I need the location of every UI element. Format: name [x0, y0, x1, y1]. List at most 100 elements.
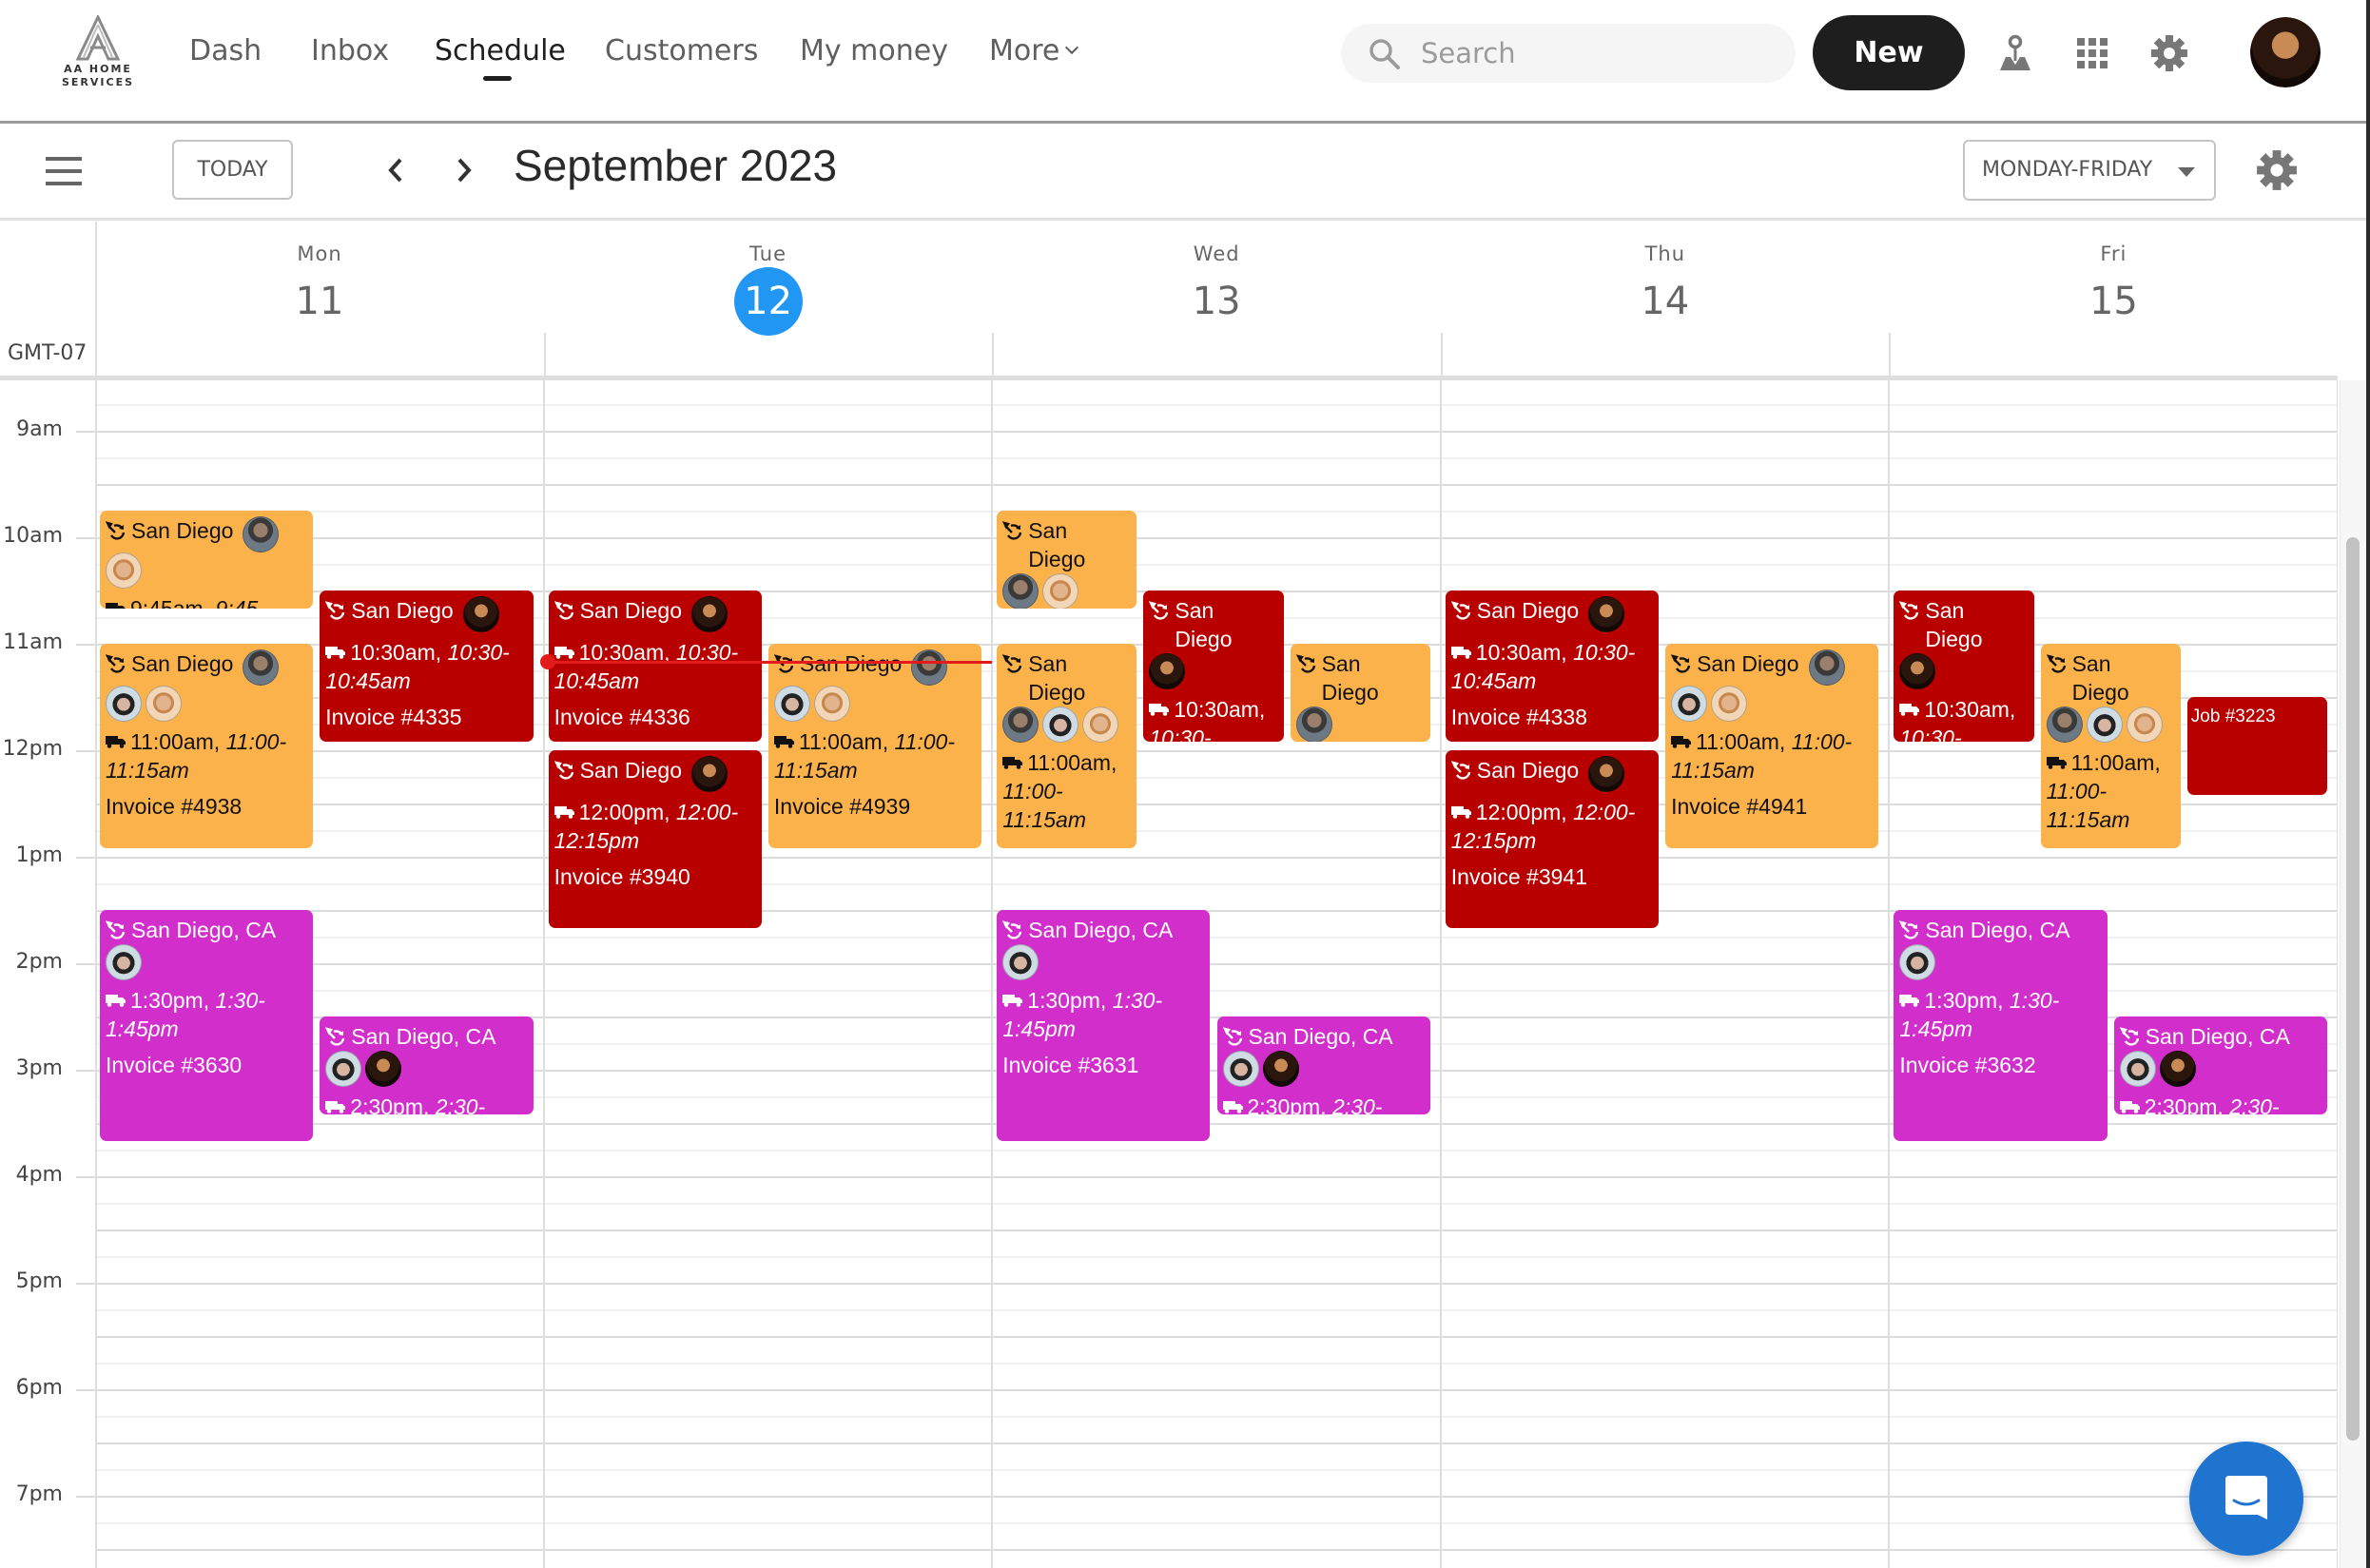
new-button[interactable]: New — [1813, 15, 1965, 90]
technician-avatar[interactable] — [243, 516, 280, 552]
technician-avatar[interactable] — [2086, 707, 2123, 743]
technician-avatar[interactable] — [1899, 653, 1936, 689]
nav-my-money[interactable]: My money — [800, 34, 948, 68]
appointment-event[interactable]: San Diego 11:00am, 11:00-11:15am Invoice #… — [1665, 644, 1879, 848]
assigned-technicians — [1588, 756, 1625, 792]
appointment-event[interactable]: San Diego 10:30am, 10:30-10:45am Invoice #… — [320, 590, 534, 742]
technician-avatar[interactable] — [243, 649, 280, 686]
nav-schedule[interactable]: Schedule — [435, 34, 566, 68]
appointment-event[interactable]: San Diego, CA 1:30pm, 1:30-1:45pm Invoice … — [1894, 910, 2108, 1141]
nav-customers[interactable]: Customers — [605, 34, 758, 68]
chevron-right-icon[interactable] — [443, 148, 485, 192]
calendar-settings-gear-icon[interactable] — [2256, 148, 2298, 192]
technician-avatar[interactable] — [911, 649, 948, 686]
scrollbar-thumb[interactable] — [2346, 537, 2360, 1441]
hour-line — [76, 537, 2338, 539]
day-date-number[interactable]: 14 — [1631, 267, 1700, 336]
technician-avatar[interactable] — [691, 756, 728, 792]
event-title: San Diego — [325, 596, 527, 632]
job-event[interactable]: Job #3223 — [2186, 697, 2327, 795]
technician-avatar[interactable] — [1588, 756, 1625, 792]
search-bar[interactable] — [1341, 24, 1796, 83]
apps-grid-icon[interactable] — [2073, 34, 2111, 72]
technician-avatar[interactable] — [1899, 944, 1936, 980]
technician-avatar[interactable] — [325, 1051, 362, 1087]
map-pin-icon[interactable] — [1996, 34, 2034, 72]
appointment-event[interactable]: San Diego, CA 1:30pm, 1:30-1:45pm Invoice … — [100, 910, 314, 1141]
appointment-event[interactable]: San Diego — [997, 511, 1137, 609]
technician-avatar[interactable] — [2119, 1051, 2156, 1087]
scrollbar[interactable] — [2340, 380, 2366, 1568]
search-input[interactable] — [1421, 31, 1773, 75]
hour-label-5pm: 5pm — [15, 1269, 63, 1293]
appointment-event[interactable]: San Diego 11:00am, 11:00-11:15am — [997, 644, 1137, 848]
technician-avatar[interactable] — [1002, 573, 1039, 609]
technician-avatar[interactable] — [1082, 707, 1119, 743]
technician-avatar[interactable] — [1671, 686, 1708, 722]
company-logo[interactable]: AA HOME SERVICES — [53, 15, 143, 91]
recurring-service-icon — [1671, 654, 1691, 673]
technician-avatar[interactable] — [1042, 707, 1079, 743]
appointment-event[interactable]: San Diego 11:00am, 11:00-11:15am Invoice #… — [100, 644, 314, 848]
technician-avatar[interactable] — [106, 944, 142, 980]
appointment-event[interactable]: San Diego 12:00pm, 12:00-12:15pm Invoice #… — [548, 750, 762, 928]
assigned-technicians — [462, 596, 499, 632]
arrival-time: 11:00am, — [1027, 750, 1117, 775]
nav-more[interactable]: More — [989, 34, 1079, 68]
menu-icon[interactable] — [46, 157, 82, 185]
appointment-event[interactable]: San Diego, CA 1:30pm, 1:30-1:45pm Invoice … — [997, 910, 1211, 1141]
appointment-event[interactable]: San Diego 10:30am, 10:30-10:45am Invoice #… — [1445, 590, 1660, 742]
appointment-event[interactable]: San Diego — [1290, 644, 1430, 742]
appointment-event[interactable]: San Diego 10:30am, 10:30-10:45am Invoice #… — [548, 590, 762, 742]
technician-avatar[interactable] — [691, 596, 728, 632]
technician-avatar[interactable] — [462, 596, 499, 632]
technician-avatar[interactable] — [365, 1051, 402, 1087]
quarter-hour-line — [95, 1522, 2338, 1524]
today-button[interactable]: TODAY — [172, 140, 293, 200]
technician-avatar[interactable] — [813, 686, 850, 722]
technician-avatar[interactable] — [1149, 653, 1186, 689]
technician-avatar[interactable] — [1588, 596, 1625, 632]
appointment-event[interactable]: San Diego, CA 2:30pm, 2:30-2:45pm — [2113, 1016, 2327, 1114]
technician-avatar[interactable] — [773, 686, 810, 722]
technician-avatar[interactable] — [106, 686, 142, 722]
hour-label-10am: 10am — [3, 524, 63, 548]
technician-avatar[interactable] — [1262, 1051, 1299, 1087]
day-of-week-label: Mon — [297, 242, 342, 265]
assigned-technicians — [691, 596, 728, 632]
day-date-number[interactable]: 11 — [285, 267, 354, 336]
technician-avatar[interactable] — [1222, 1051, 1259, 1087]
calendar-day-header: GMT-07 Mon 11 Tue 12 Wed 13 Thu 14 Fri 15 — [0, 222, 2338, 380]
technician-avatar[interactable] — [1295, 707, 1332, 742]
user-avatar[interactable] — [2250, 17, 2321, 87]
calendar-grid[interactable]: 9am 10am 11am 12pm 1pm 2pm 3pm 4pm 5pm 6pm 7pm San … — [0, 380, 2338, 1568]
technician-avatar[interactable] — [146, 686, 182, 722]
appointment-event[interactable]: San Diego 11:00am, 11:00-11:15am Invoice #… — [767, 644, 982, 848]
appointment-event[interactable]: San Diego 11:00am, 11:00-11:15am — [2040, 644, 2181, 848]
technician-avatar[interactable] — [1002, 944, 1039, 980]
appointment-event[interactable]: San Diego 9:45am, 9:45-10:00am — [100, 511, 314, 609]
appointment-event[interactable]: San Diego 12:00pm, 12:00-12:15pm Invoice #… — [1445, 750, 1660, 928]
day-date-number[interactable]: 15 — [2079, 267, 2147, 336]
nav-inbox[interactable]: Inbox — [311, 34, 389, 68]
technician-avatar[interactable] — [1711, 686, 1748, 722]
technician-avatar[interactable] — [1042, 573, 1079, 609]
technician-avatar[interactable] — [106, 552, 142, 589]
appointment-event[interactable]: San Diego 10:30am, 10:30-10:45am — [1894, 590, 2034, 742]
chevron-left-icon[interactable] — [375, 148, 417, 192]
day-date-number[interactable]: 13 — [1182, 267, 1251, 336]
chat-launcher-button[interactable] — [2189, 1442, 2303, 1556]
technician-avatar[interactable] — [1002, 707, 1039, 743]
event-title: San Diego — [554, 756, 756, 792]
technician-avatar[interactable] — [2159, 1051, 2196, 1087]
technician-avatar[interactable] — [2046, 707, 2083, 743]
view-range-select[interactable]: MONDAY-FRIDAY — [1963, 140, 2216, 201]
gear-icon[interactable] — [2150, 34, 2188, 72]
nav-dash[interactable]: Dash — [189, 34, 262, 68]
today-date-badge[interactable]: 12 — [733, 267, 803, 336]
appointment-event[interactable]: San Diego 10:30am, 10:30-10:45am — [1143, 590, 1284, 742]
appointment-event[interactable]: San Diego, CA 2:30pm, 2:30-2:45pm — [1216, 1016, 1430, 1114]
technician-avatar[interactable] — [2126, 707, 2163, 743]
technician-avatar[interactable] — [1808, 649, 1845, 686]
appointment-event[interactable]: San Diego, CA 2:30pm, 2:30-2:45pm — [320, 1016, 534, 1114]
